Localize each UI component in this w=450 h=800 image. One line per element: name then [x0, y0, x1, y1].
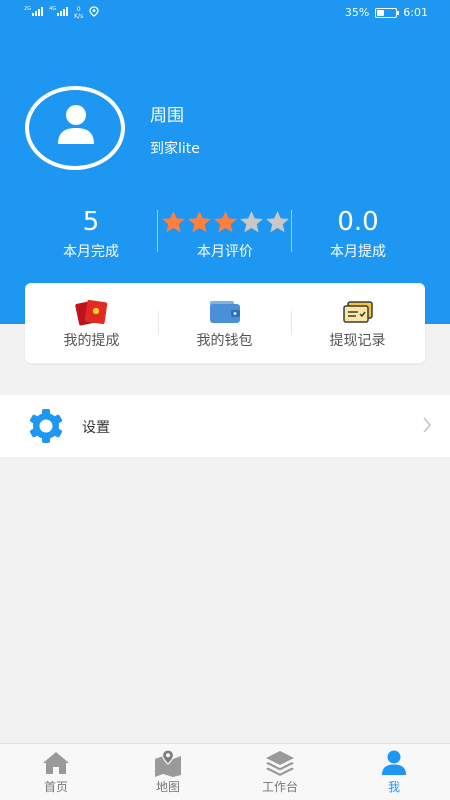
user-avatar-icon: [58, 105, 94, 144]
nav-me[interactable]: 我: [338, 744, 450, 800]
completed-count: 5: [82, 207, 100, 237]
commission-label: 本月提成: [330, 244, 386, 260]
withdraw-records-button[interactable]: 提现记录: [291, 283, 424, 363]
my-wallet-button[interactable]: 我的钱包: [158, 283, 291, 363]
battery-icon: [375, 7, 400, 18]
cards-record-icon: [342, 301, 373, 323]
star-filled-icon: [187, 211, 211, 233]
nav-workbench-label: 工作台: [261, 780, 298, 794]
quick-actions-card: 我的提成 我的钱包 提现记录: [25, 283, 425, 363]
nav-me-label: 我: [387, 780, 400, 794]
stat-completed[interactable]: 5 本月完成: [16, 206, 166, 261]
map-icon: [155, 749, 181, 777]
settings-label: 设置: [82, 420, 110, 436]
signal-icon: [57, 6, 69, 16]
user-name: 周围: [150, 106, 184, 126]
rating-label: 本月评价: [197, 244, 253, 260]
nav-home-label: 首页: [43, 780, 68, 794]
sim2-label: 4G: [49, 6, 57, 12]
withdraw-records-label: 提现记录: [329, 333, 386, 349]
home-icon: [43, 752, 69, 774]
network-speed: 0 K/s: [74, 6, 84, 20]
nav-map-label: 地图: [155, 780, 180, 794]
person-icon: [382, 750, 406, 775]
stat-rating[interactable]: 本月评价: [150, 206, 300, 261]
wallet-icon: [209, 301, 240, 323]
gear-icon: [30, 409, 62, 443]
clock: 6:01: [403, 6, 428, 19]
star-empty-icon: [239, 211, 263, 233]
nav-map[interactable]: 地图: [112, 744, 224, 800]
red-envelope-icon: [74, 299, 107, 326]
commission-amount: 0.0: [337, 207, 379, 237]
layers-icon: [266, 751, 294, 776]
stat-commission[interactable]: 0.0 本月提成: [283, 206, 433, 261]
rating-stars: [150, 206, 300, 238]
star-filled-icon: [161, 211, 185, 233]
chevron-right-icon: [423, 417, 432, 433]
battery-percent: 35%: [344, 6, 370, 19]
completed-label: 本月完成: [63, 244, 119, 260]
nav-workbench[interactable]: 工作台: [224, 744, 336, 800]
settings-row[interactable]: 设置: [0, 395, 450, 457]
avatar[interactable]: [25, 86, 125, 170]
my-wallet-label: 我的钱包: [196, 333, 253, 349]
user-subtitle: 到家lite: [150, 141, 200, 157]
location-icon: [89, 6, 99, 17]
nav-home[interactable]: 首页: [0, 744, 112, 800]
signal-icon: [32, 6, 44, 16]
status-bar: 2G 4G 0 K/s 35% 6:01: [0, 0, 450, 26]
my-commission-label: 我的提成: [63, 333, 120, 349]
my-commission-button[interactable]: 我的提成: [25, 283, 158, 363]
bottom-nav: 首页 地图 工作台 我: [0, 743, 450, 800]
sim1-label: 2G: [24, 6, 32, 12]
star-filled-icon: [213, 211, 237, 233]
